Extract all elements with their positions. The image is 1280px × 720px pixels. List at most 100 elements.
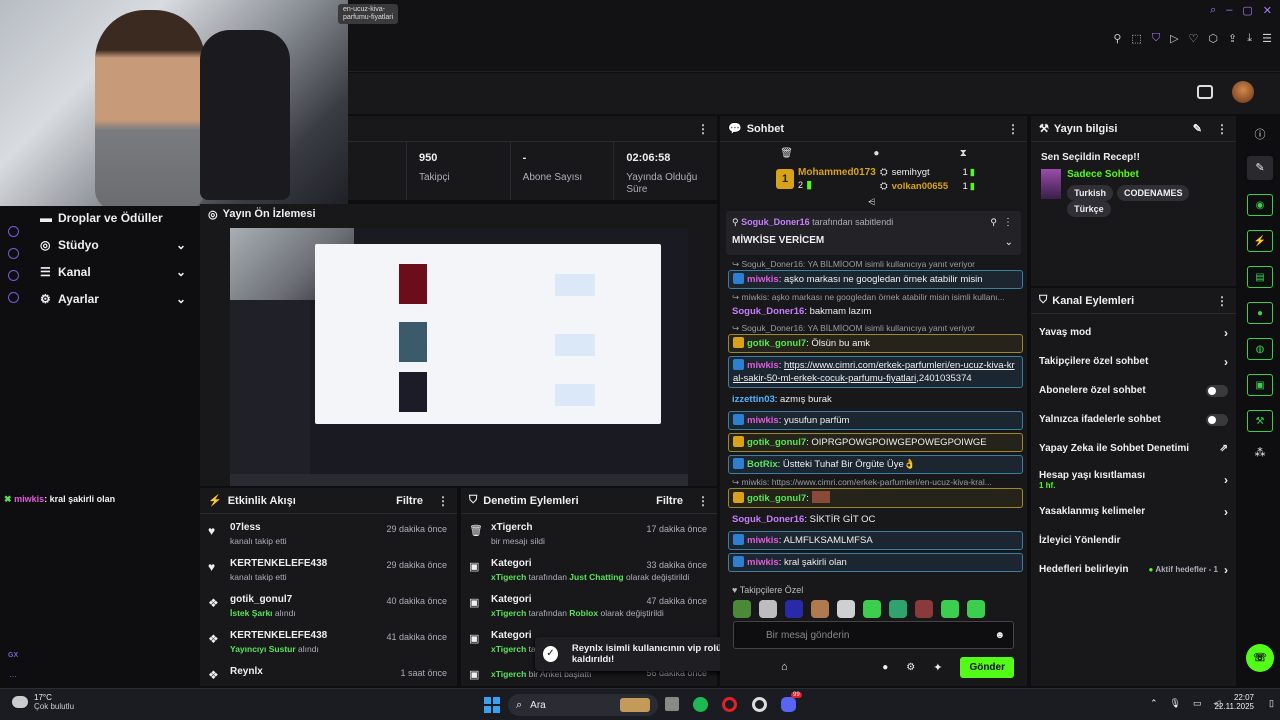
more-options-icon[interactable]: ⋮ xyxy=(697,122,709,136)
chat-message[interactable]: miwkis: aşko markası ne googledan örnek … xyxy=(728,270,1023,289)
maximize-icon[interactable]: ▢ xyxy=(1242,4,1252,17)
emote-1[interactable] xyxy=(733,600,751,618)
chevron-up-icon[interactable]: ⌃ xyxy=(1150,698,1158,709)
external-link-icon[interactable]: ⇗ xyxy=(1220,443,1228,454)
tag-turkce[interactable]: Türkçe xyxy=(1067,201,1111,217)
gx-label[interactable]: GX xyxy=(8,652,18,659)
hourglass-icon[interactable]: ⧗ xyxy=(960,148,967,159)
clock[interactable]: 22:07 22.11.2025 xyxy=(1215,693,1254,711)
weather-widget[interactable]: 17°C Çok bulutlu xyxy=(12,693,74,711)
edit-icon[interactable]: ✎ xyxy=(1193,122,1202,135)
play-icon[interactable]: ▷ xyxy=(1170,32,1178,45)
taskbar-search[interactable]: ⌕ Ara xyxy=(508,694,658,716)
chevron-down-icon[interactable]: ⌄ xyxy=(1005,237,1013,248)
trash-icon[interactable]: 🗑 xyxy=(780,148,793,159)
chat-username[interactable]: Soguk_Doner16 xyxy=(732,306,804,317)
nav-drops[interactable]: ▬ Droplar ve Ödüller xyxy=(28,204,198,231)
close-icon[interactable]: ✕ xyxy=(1263,4,1272,17)
chat-username[interactable]: Soguk_Doner16 xyxy=(732,514,804,525)
broadcast-icon[interactable]: ◍ xyxy=(1247,338,1273,360)
lightning-icon[interactable]: ⚡ xyxy=(1247,230,1273,252)
chat-username[interactable]: gotik_gonul7 xyxy=(747,493,806,504)
extensions-icon[interactable]: ⬡ xyxy=(1208,32,1218,45)
taskbar-app-files[interactable] xyxy=(665,697,679,711)
stream-category[interactable]: Sadece Sohbet xyxy=(1067,169,1226,180)
nav-settings[interactable]: ⚙ Ayarlar ⌄ xyxy=(28,285,198,312)
channel-action-row[interactable]: Takipçilere özel sohbet › xyxy=(1031,347,1236,376)
rail-icon-3[interactable] xyxy=(8,270,19,281)
taskbar-app-discord[interactable] xyxy=(781,697,796,712)
rail-icon-1[interactable] xyxy=(8,226,19,237)
send-button[interactable]: Gönder xyxy=(960,656,1014,678)
more-options-icon[interactable]: ⋮ xyxy=(1003,217,1013,228)
browse-icon[interactable] xyxy=(1197,85,1213,99)
toggle-switch[interactable] xyxy=(1206,384,1228,397)
more-options-icon[interactable]: ⋮ xyxy=(437,494,449,508)
channel-action-row[interactable]: Yavaş mod › xyxy=(1031,318,1236,347)
document-icon[interactable]: ▤ xyxy=(1247,266,1273,288)
download-icon[interactable]: ⤓ xyxy=(1247,32,1252,45)
channel-action-row[interactable]: Yapay Zeka ile Sohbet Denetimi ⇗ xyxy=(1031,434,1236,463)
chat-icon[interactable]: ● xyxy=(1247,302,1273,324)
emote-2[interactable] xyxy=(759,600,777,618)
tag-turkish[interactable]: Turkish xyxy=(1067,185,1113,201)
chat-username[interactable]: gotik_gonul7 xyxy=(747,437,806,448)
edit-icon[interactable]: ✎ xyxy=(1247,156,1273,180)
start-button[interactable] xyxy=(484,697,500,713)
chat-message[interactable]: miwkis: yusufun parfüm xyxy=(728,411,1023,430)
camera-icon[interactable]: ◉ xyxy=(1247,194,1273,216)
emoji-icon[interactable]: ☻ xyxy=(994,630,1005,641)
emote-7[interactable] xyxy=(889,600,907,618)
channel-action-row[interactable]: Abonelere özel sohbet xyxy=(1031,376,1236,405)
chat-message[interactable]: miwkis: kral şakirli olan xyxy=(728,553,1023,572)
emote-8[interactable] xyxy=(915,600,933,618)
moderation-row[interactable]: ▣ Kategori xTigerch tarafından Just Chatti… xyxy=(461,554,717,590)
emote-5[interactable] xyxy=(837,600,855,618)
search-icon[interactable]: ⌕ xyxy=(1210,4,1216,17)
activity-row[interactable]: ❖ Reynlx 1 saat önce xyxy=(200,662,457,686)
share-icon[interactable]: ⇪ xyxy=(1228,32,1237,45)
nav-studio[interactable]: ◎ Stüdyo ⌄ xyxy=(28,231,198,258)
activity-filter-button[interactable]: Filtre xyxy=(396,495,423,507)
info-icon[interactable]: ⓘ xyxy=(1240,126,1280,142)
taskbar-app-operagx[interactable] xyxy=(752,697,767,712)
nav-channel[interactable]: ☰ Kanal ⌄ xyxy=(28,258,198,285)
pin-icon[interactable]: ⚲ xyxy=(990,217,997,228)
rail-icon-2[interactable] xyxy=(8,248,19,259)
tag-codenames[interactable]: CODENAMES xyxy=(1116,185,1190,201)
layout-icon[interactable]: ⁂ xyxy=(1240,446,1280,459)
avatar[interactable] xyxy=(1232,81,1254,103)
chat-message[interactable]: Soguk_Doner16: bakmam lazım xyxy=(728,303,1023,320)
moderation-filter-button[interactable]: Filtre xyxy=(656,495,683,507)
kick-icon[interactable]: ✦ xyxy=(933,661,942,674)
chat-settings-icon[interactable]: ● xyxy=(882,662,888,673)
screenshot-icon[interactable]: ⬚ xyxy=(1131,32,1141,45)
chat-message[interactable]: izzettin03: azmış burak xyxy=(728,391,1023,408)
microphone-icon[interactable]: 🎙 xyxy=(1170,698,1181,709)
chat-username[interactable]: gotik_gonul7 xyxy=(747,338,806,349)
moderation-icon[interactable]: ▣ xyxy=(1247,374,1273,396)
channel-action-row[interactable]: Hedefleri belirleyin ● Aktif hedefler - 1… xyxy=(1031,555,1236,584)
collapse-icon[interactable]: ⩤ xyxy=(868,197,875,208)
bell-icon[interactable]: ▯ xyxy=(1269,698,1274,709)
gift-icon[interactable]: ⌂ xyxy=(781,661,788,673)
channel-action-row[interactable]: Yasaklanmış kelimeler › xyxy=(1031,497,1236,526)
channel-action-row[interactable]: Yalnızca ifadelerle sohbet xyxy=(1031,405,1236,434)
chat-input-placeholder[interactable]: Bir mesaj gönderin xyxy=(742,630,994,641)
chat-message[interactable]: miwkis: https://www.cimri.com/erkek-parf… xyxy=(728,356,1023,388)
chat-message[interactable]: miwkis: ALMFLKSAMLMFSA xyxy=(728,531,1023,550)
activity-row[interactable]: ♥ 07less kanalı takip etti 29 dakika önce xyxy=(200,518,457,554)
rail-icon-4[interactable] xyxy=(8,292,19,303)
pin-icon[interactable]: ⚲ xyxy=(1113,32,1121,45)
shield-icon[interactable]: ⛉ xyxy=(1152,32,1160,45)
channel-action-row[interactable]: Hesap yaşı kısıtlaması 1 hf. › xyxy=(1031,463,1236,497)
taskbar-app-opera[interactable] xyxy=(722,697,737,712)
taskbar-app-spotify[interactable] xyxy=(693,697,708,712)
chat-username[interactable]: miwkis xyxy=(747,360,779,371)
emote-3[interactable] xyxy=(785,600,803,618)
pinned-message[interactable]: ⚲ Soguk_Doner16 tarafından sabitlendi Mİ… xyxy=(726,211,1021,255)
more-options-icon[interactable]: ⋮ xyxy=(1007,122,1019,136)
wrench-icon[interactable]: ⚒ xyxy=(1247,410,1273,432)
chat-username[interactable]: BotRix xyxy=(747,459,778,470)
chat-message[interactable]: BotRix: Üstteki Tuhaf Bir Örgüte Üye👌 xyxy=(728,455,1023,474)
